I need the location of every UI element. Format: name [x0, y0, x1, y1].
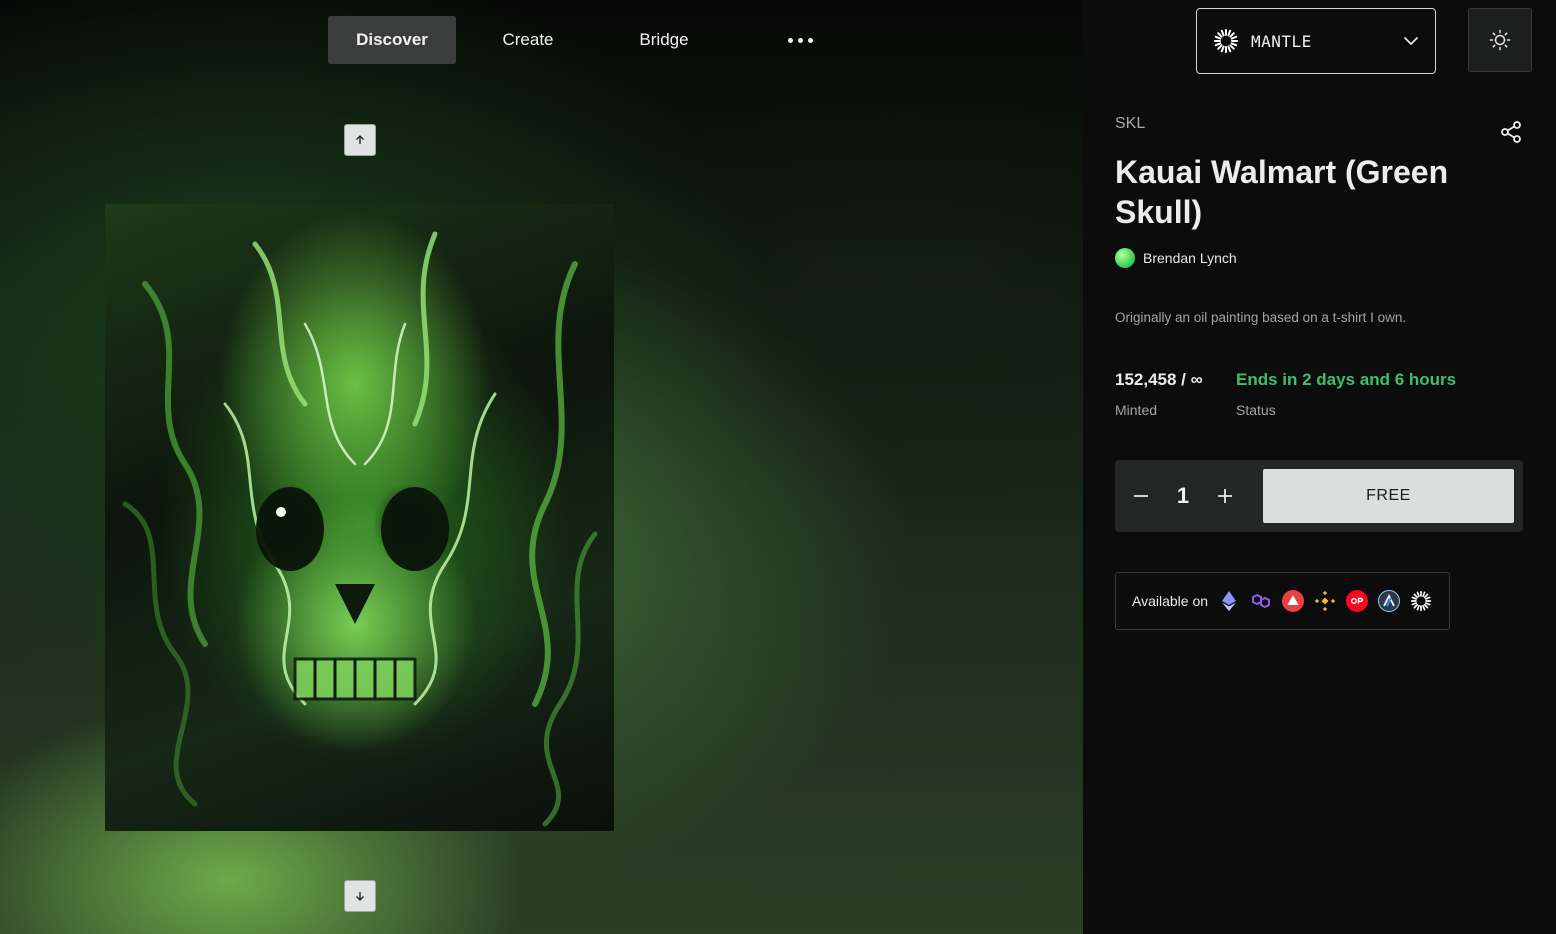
sun-icon: [1489, 29, 1511, 51]
creator-name: Brendan Lynch: [1143, 250, 1237, 266]
previous-media-button[interactable]: [344, 124, 376, 156]
token-title: Kauai Walmart (Green Skull): [1115, 154, 1449, 230]
mint-button[interactable]: FREE: [1263, 469, 1514, 523]
more-dot-icon: [797, 37, 803, 43]
share-icon: [1501, 121, 1521, 143]
creator-link[interactable]: Brendan Lynch: [1115, 248, 1237, 268]
token-stats: 152,458 / ∞ Minted Ends in 2 days and 6 …: [1115, 370, 1456, 418]
nav-create[interactable]: Create: [456, 16, 600, 64]
status-label: Status: [1236, 402, 1276, 418]
nav-discover[interactable]: Discover: [328, 16, 456, 64]
minted-stat: 152,458 / ∞ Minted: [1115, 370, 1236, 418]
ethereum-icon[interactable]: [1218, 590, 1240, 612]
mantle-icon[interactable]: [1410, 590, 1432, 612]
theme-toggle-button[interactable]: [1468, 8, 1532, 72]
polygon-icon[interactable]: [1250, 590, 1272, 612]
arrow-down-icon: [356, 892, 364, 901]
avalanche-icon[interactable]: [1282, 590, 1305, 612]
network-selector[interactable]: MANTLE: [1196, 8, 1436, 74]
optimism-icon[interactable]: [1346, 590, 1369, 612]
network-name: MANTLE: [1251, 31, 1312, 51]
status-value: Ends in 2 days and 6 hours: [1236, 370, 1457, 389]
minted-value: 152,458 / ∞: [1115, 370, 1203, 389]
top-navigation: Discover Create Bridge: [328, 16, 872, 64]
plus-icon: [1218, 489, 1232, 503]
increase-quantity-button[interactable]: [1199, 460, 1251, 532]
more-dot-icon: [807, 37, 813, 43]
chevron-down-icon: [1403, 36, 1419, 46]
token-details-panel: MANTLE SKL Kauai Walmart (Green Skull) B…: [1083, 0, 1556, 934]
available-label: Available on: [1132, 593, 1209, 609]
token-symbol: SKL: [1115, 115, 1146, 132]
nav-bridge[interactable]: Bridge: [600, 16, 728, 64]
bnb-icon[interactable]: [1314, 590, 1336, 612]
available-chains: Available on: [1115, 572, 1450, 630]
share-button[interactable]: [1499, 120, 1523, 144]
mantle-icon: [1214, 29, 1238, 53]
media-viewer: Discover Create Bridge: [0, 0, 1083, 934]
arrow-up-icon: [356, 135, 364, 144]
decrease-quantity-button[interactable]: [1115, 460, 1167, 532]
token-description: Originally an oil painting based on a t-…: [1115, 310, 1407, 325]
minted-label: Minted: [1115, 402, 1158, 418]
next-media-button[interactable]: [344, 880, 376, 912]
minus-icon: [1134, 495, 1148, 497]
green-skull-painting: [122, 231, 598, 827]
arbitrum-icon[interactable]: [1378, 590, 1401, 612]
artwork-image: [105, 204, 614, 831]
quantity-value[interactable]: 1: [1167, 483, 1199, 509]
more-dot-icon: [787, 37, 793, 43]
status-stat: Ends in 2 days and 6 hours Status: [1236, 370, 1456, 418]
more-menu-button[interactable]: [728, 16, 872, 64]
creator-avatar: [1115, 248, 1135, 268]
mint-controls: 1 FREE: [1115, 460, 1523, 532]
